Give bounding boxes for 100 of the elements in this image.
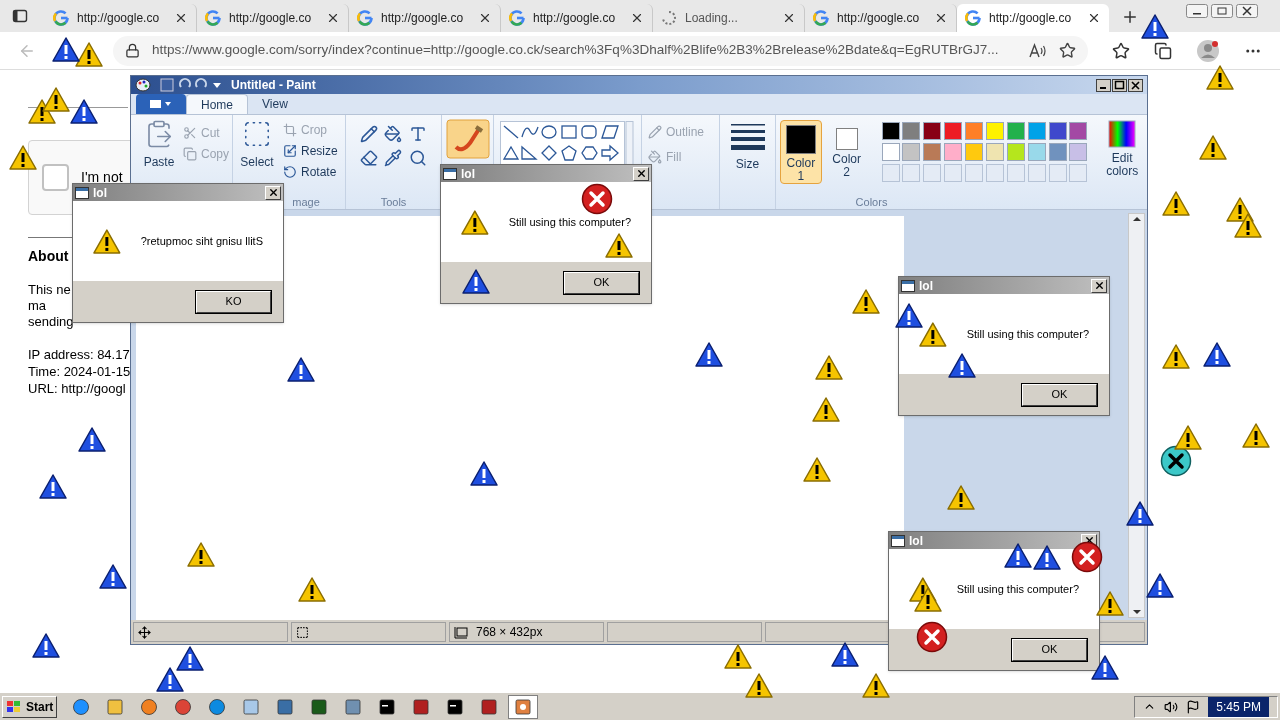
palette-color[interactable] <box>965 143 983 161</box>
warning-icon <box>1174 425 1202 450</box>
palette-color[interactable] <box>923 122 942 140</box>
close-icon[interactable] <box>478 11 492 25</box>
close-icon[interactable] <box>1128 78 1143 92</box>
read-aloud-icon[interactable] <box>1029 42 1047 59</box>
warning-icon <box>695 342 723 367</box>
group-label: Colors <box>854 195 889 209</box>
window-title: Untitled - Paint <box>231 77 317 94</box>
select-button[interactable]: Select <box>239 119 275 194</box>
dialog-message: Still using this computer? <box>956 581 1079 597</box>
dialog-button[interactable]: OK <box>1012 638 1087 661</box>
minimize-icon[interactable] <box>1186 4 1208 18</box>
close-icon[interactable] <box>630 11 644 25</box>
lock-icon <box>125 43 140 58</box>
palette-color[interactable] <box>965 122 983 140</box>
close-icon[interactable] <box>934 11 948 25</box>
palette-color[interactable] <box>881 143 900 161</box>
clock[interactable]: 5:45 PM <box>1208 696 1269 717</box>
palette-color[interactable] <box>1048 143 1067 161</box>
warning-icon <box>187 542 215 567</box>
resize-button[interactable]: Resize <box>283 140 338 161</box>
palette-color[interactable] <box>1069 143 1088 161</box>
address-bar[interactable]: https://www.google.com/sorry/index?continue=http://google.co.ck/search%3Fq%3Dhalf%2Blife%2B3%2Brelease%2Bdate&q=EgRUTBrGJ7... <box>113 35 1088 66</box>
rotate-button[interactable]: Rotate <box>283 161 338 182</box>
ribbon-tab[interactable]: View <box>248 94 302 114</box>
dialog-button[interactable]: KO <box>196 290 271 313</box>
new-tab-icon[interactable] <box>1121 8 1139 26</box>
palette-color[interactable] <box>1048 122 1067 140</box>
palette-color[interactable] <box>923 143 942 161</box>
favorites-icon[interactable] <box>1112 41 1130 60</box>
close-icon[interactable] <box>174 11 188 25</box>
app-menu-button[interactable] <box>136 94 186 114</box>
dialog-message: Still using this computer? <box>966 326 1089 342</box>
pencil-icon[interactable] <box>360 125 378 143</box>
close-icon[interactable] <box>1087 11 1101 25</box>
tab-title: http://google.co <box>77 10 161 27</box>
tab-title: http://google.co <box>837 10 921 27</box>
browser-tab[interactable]: http://google.co <box>957 4 1109 32</box>
windows-logo-icon <box>6 699 22 714</box>
line-size-icon <box>730 123 765 151</box>
palette-color[interactable] <box>1027 122 1046 140</box>
page-text: ma <box>28 298 48 314</box>
fill-icon[interactable] <box>384 125 403 143</box>
text-icon[interactable] <box>408 125 427 143</box>
eraser-icon[interactable] <box>360 149 378 167</box>
close-icon[interactable] <box>782 11 796 25</box>
magnifier-icon[interactable] <box>408 149 427 167</box>
dialog-title: lol <box>919 277 934 295</box>
favorite-icon[interactable] <box>1059 42 1076 59</box>
tab-actions-icon[interactable] <box>12 8 28 24</box>
ribbon-tab[interactable]: Home <box>186 94 248 114</box>
palette-color[interactable] <box>985 143 1004 161</box>
warning-icon <box>947 485 975 510</box>
scroll-up-icon[interactable] <box>1131 214 1142 224</box>
palette-color[interactable] <box>944 122 963 140</box>
dialog-button[interactable]: OK <box>564 271 639 294</box>
color-picker-icon[interactable] <box>384 149 403 167</box>
select-icon <box>242 119 272 149</box>
profile-icon[interactable] <box>1196 38 1220 63</box>
palette-color[interactable] <box>902 143 921 161</box>
dialog-button[interactable]: OK <box>1022 383 1097 406</box>
paste-button[interactable]: Paste <box>139 119 179 209</box>
maximize-icon[interactable] <box>1112 78 1127 92</box>
palette-color[interactable] <box>881 122 900 140</box>
warning-icon <box>176 646 204 671</box>
scrollbar[interactable] <box>1128 213 1145 618</box>
close-button[interactable] <box>633 166 649 181</box>
close-icon <box>635 168 647 179</box>
brush-icon[interactable] <box>445 119 490 159</box>
color-slot[interactable]: Color 2 <box>825 120 868 184</box>
shapes-gallery[interactable] <box>500 121 634 165</box>
palette-color[interactable] <box>1006 122 1025 140</box>
captcha-checkbox[interactable] <box>42 164 69 191</box>
close-button[interactable] <box>265 185 281 200</box>
menu-icon <box>149 99 173 109</box>
edit-colors-button[interactable]: Edit colors <box>1097 120 1147 194</box>
close-button[interactable] <box>1091 278 1107 293</box>
palette-color[interactable] <box>1027 143 1046 161</box>
warning-icon <box>1199 135 1227 160</box>
palette-color[interactable] <box>1006 143 1025 161</box>
warning-icon <box>812 397 840 422</box>
close-icon[interactable] <box>1236 4 1258 18</box>
palette-color[interactable] <box>902 122 921 140</box>
speaker-icon[interactable] <box>1164 699 1179 714</box>
palette-color[interactable] <box>985 122 1004 140</box>
warning-icon <box>605 233 633 258</box>
app-icon <box>891 534 905 547</box>
palette-color[interactable] <box>944 143 963 161</box>
start-button[interactable]: Start <box>2 695 58 718</box>
close-icon[interactable] <box>326 11 340 25</box>
palette-color[interactable] <box>1069 122 1088 140</box>
minimize-icon[interactable] <box>1096 78 1111 92</box>
cursor-position-icon <box>138 625 151 639</box>
size-button[interactable]: Size <box>720 115 776 209</box>
flag-icon[interactable] <box>1186 699 1201 714</box>
scroll-down-icon[interactable] <box>1131 607 1142 617</box>
color-slot[interactable]: Color 1 <box>780 120 822 184</box>
quick-access-icon[interactable] <box>159 78 223 92</box>
collections-icon[interactable] <box>1154 41 1172 60</box>
